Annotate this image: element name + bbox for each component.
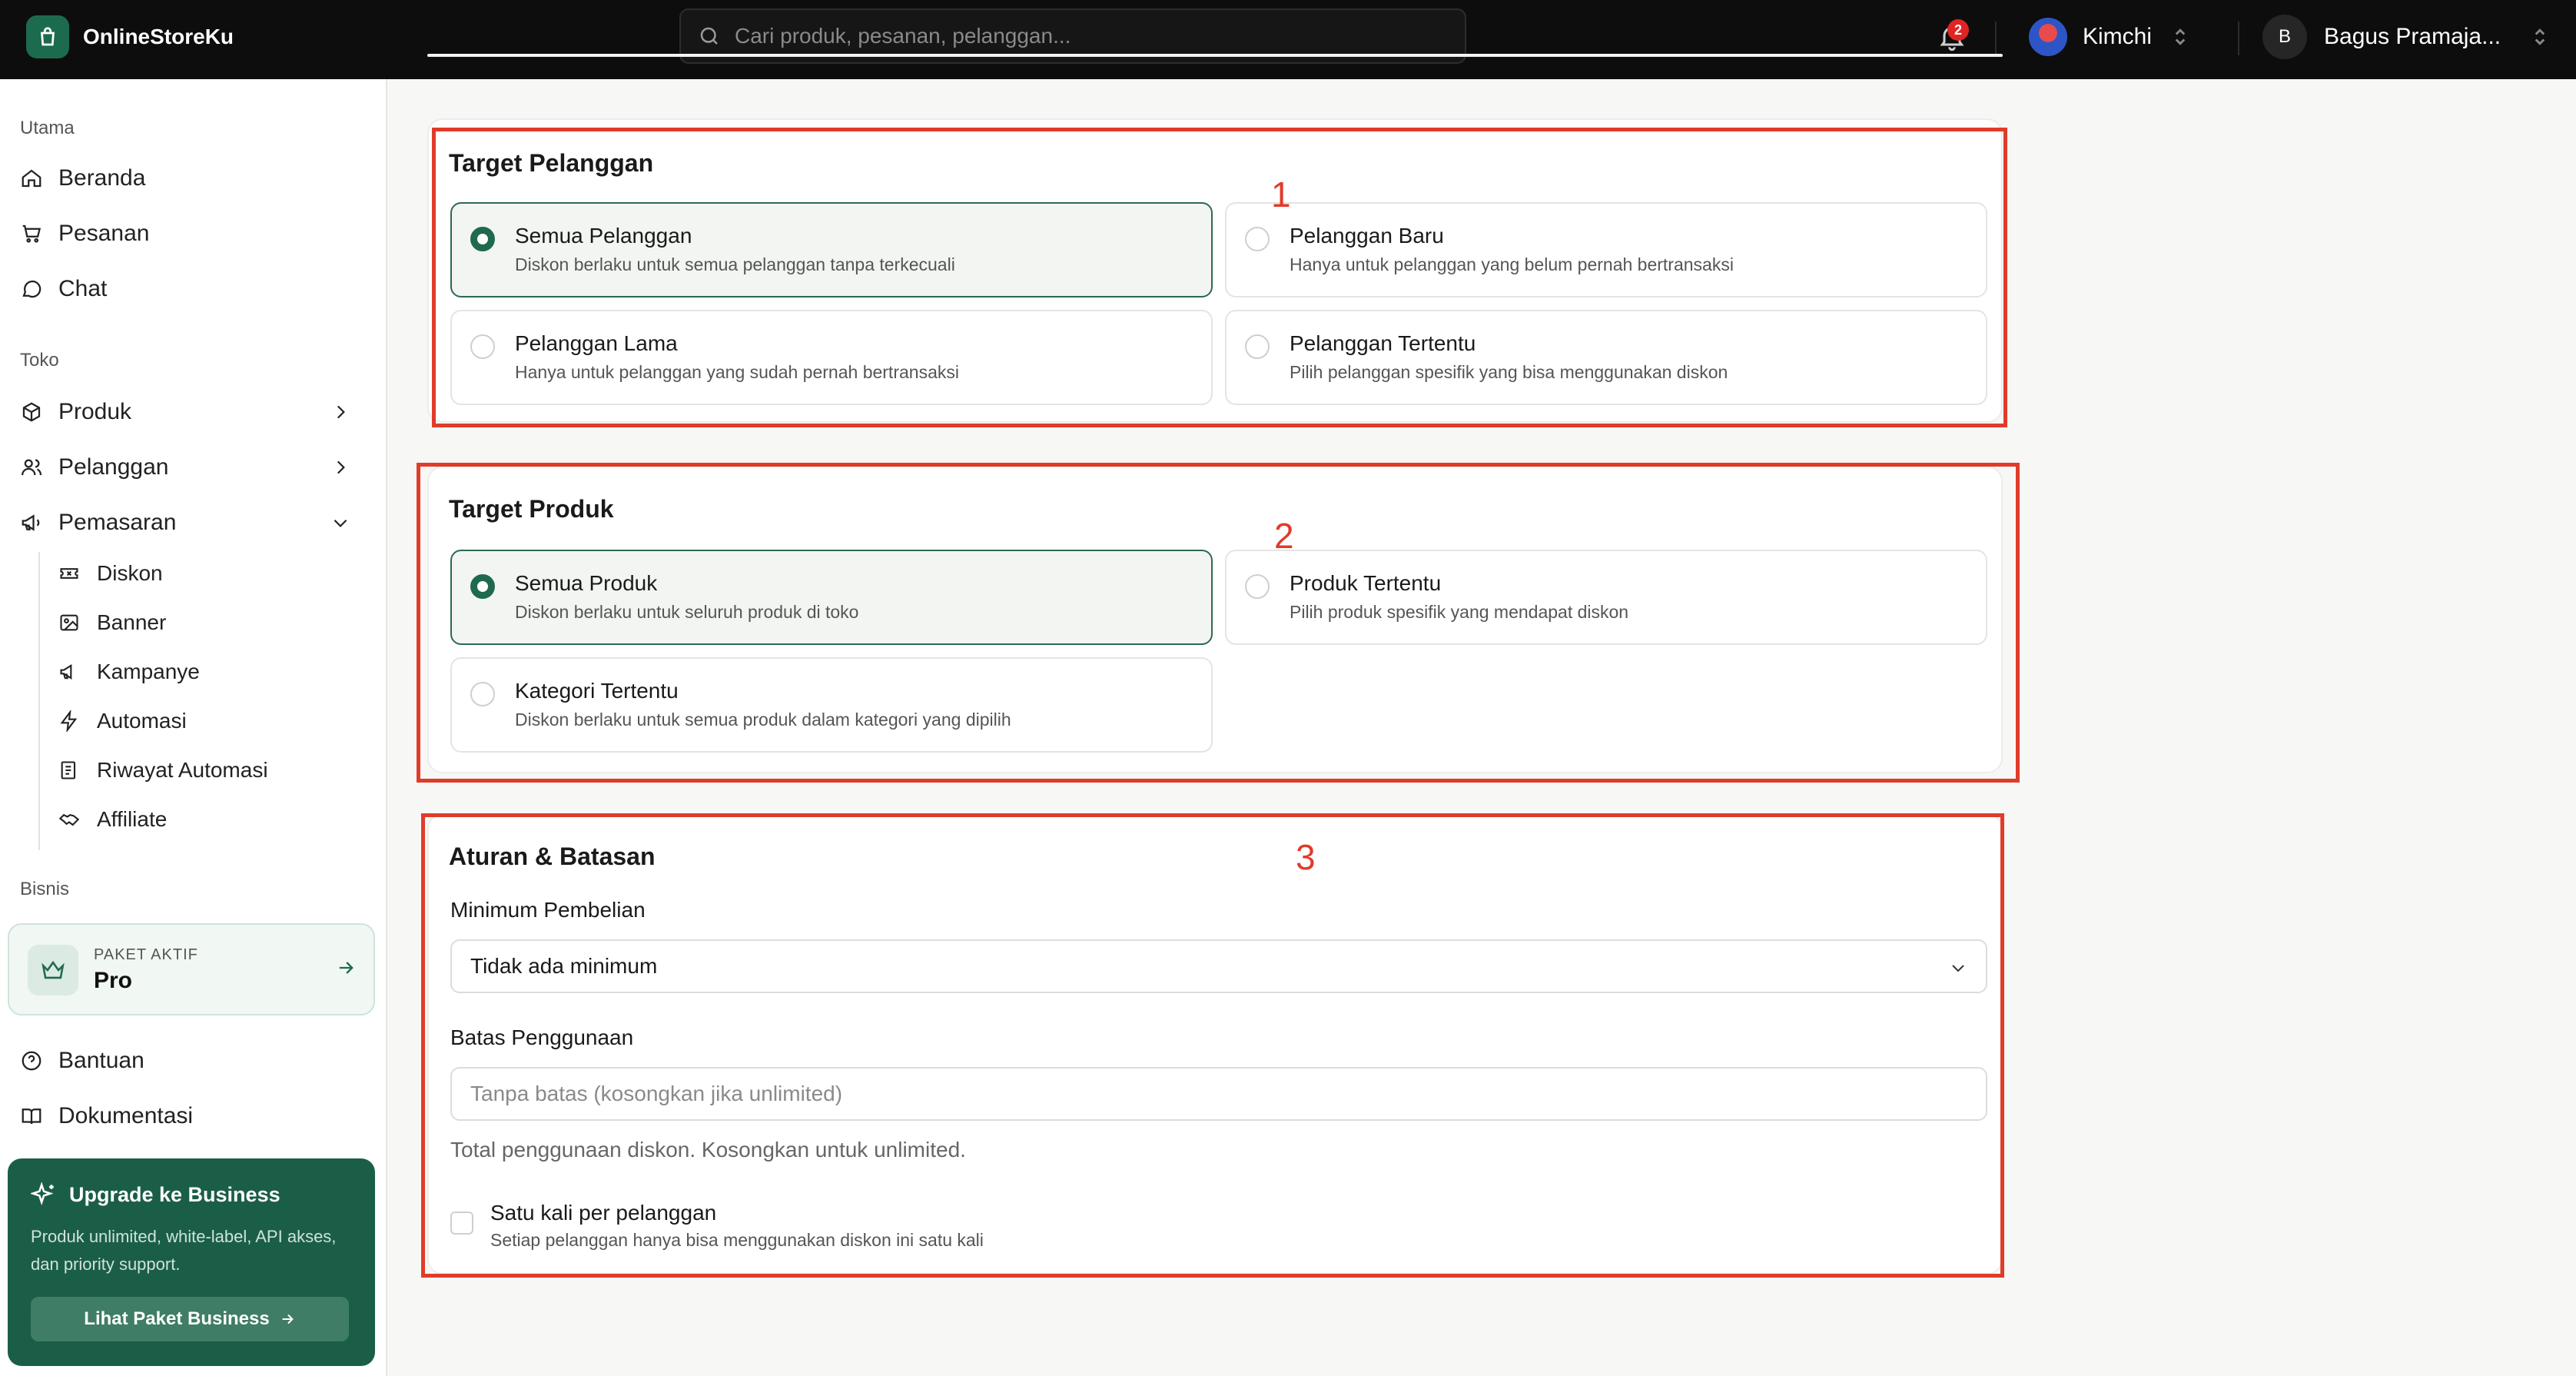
sidebar-item-label: Produk [58, 399, 132, 424]
sidebar-subitem-kampanye[interactable]: Kampanye [58, 654, 200, 690]
plan-name: Pro [94, 968, 133, 993]
ticket-icon [60, 568, 78, 579]
header-divider [1995, 22, 1997, 55]
sidebar-subitem-riwayat-automasi[interactable]: Riwayat Automasi [58, 753, 268, 788]
search-input[interactable] [735, 24, 1426, 48]
annotation-number-1: 1 [1271, 174, 1291, 214]
sidebar-item-dokumentasi[interactable]: Dokumentasi [20, 1097, 366, 1135]
sidebar-item-produk[interactable]: Produk [20, 393, 366, 431]
plan-caption: PAKET AKTIF [94, 946, 198, 963]
chat-bubble-icon [22, 280, 41, 298]
sidebar-subitem-label: Banner [97, 610, 167, 634]
submenu-line [38, 552, 40, 850]
home-icon [22, 169, 41, 188]
sidebar-subitem-label: Kampanye [97, 660, 200, 683]
arrow-right-icon [282, 1314, 294, 1324]
sidebar-item-label: Pesanan [58, 221, 150, 246]
sidebar-subitem-banner[interactable]: Banner [58, 605, 166, 640]
package-icon [22, 402, 41, 422]
view-business-plan-button[interactable]: Lihat Paket Business [31, 1297, 349, 1341]
section-label-main: Utama [20, 118, 75, 138]
annotation-number-2: 2 [1274, 516, 1294, 556]
arrow-right-icon [339, 962, 354, 974]
chevron-down-icon [334, 519, 347, 527]
store-logo [2029, 18, 2067, 56]
upgrade-description: Produk unlimited, white-label, API akses… [31, 1227, 337, 1274]
help-circle-icon [22, 1051, 41, 1071]
upgrade-title: Upgrade ke Business [69, 1183, 281, 1206]
users-icon [22, 459, 42, 476]
history-log-icon [61, 761, 76, 779]
sidebar-subitem-label: Riwayat Automasi [97, 758, 268, 782]
lightning-icon [60, 710, 78, 732]
sidebar-subitem-label: Diskon [97, 561, 163, 585]
upgrade-card: Upgrade ke Business Produk unlimited, wh… [8, 1158, 375, 1366]
store-bag-icon [26, 15, 69, 58]
sidebar: Utama Beranda Pesanan Chat Toko Produk P… [0, 79, 387, 1376]
active-plan-card[interactable]: PAKET AKTIF Pro [8, 923, 375, 1015]
chevron-right-icon [337, 460, 345, 474]
search-icon [700, 27, 718, 45]
chevron-updown-icon [2535, 28, 2545, 45]
book-icon [22, 1108, 41, 1125]
notification-badge: 2 [1947, 19, 1969, 41]
cart-icon [22, 224, 41, 243]
megaphone-icon [60, 663, 72, 680]
user-name: Bagus Pramaja... [2324, 24, 2501, 49]
sidebar-item-pesanan[interactable]: Pesanan [20, 214, 366, 253]
chevron-updown-icon [2175, 28, 2186, 45]
upgrade-button-label: Lihat Paket Business [84, 1308, 270, 1329]
annotation-box-1 [432, 128, 2007, 427]
sidebar-item-label: Beranda [58, 165, 146, 191]
sidebar-subitem-affiliate[interactable]: Affiliate [58, 802, 167, 837]
brand[interactable]: OnlineStoreKu [26, 15, 234, 58]
sidebar-item-label: Chat [58, 276, 108, 301]
annotation-number-3: 3 [1296, 837, 1316, 877]
sidebar-item-label: Pemasaran [58, 510, 177, 535]
header-divider [2238, 22, 2239, 55]
sidebar-item-label: Bantuan [58, 1048, 144, 1073]
sidebar-subitem-diskon[interactable]: Diskon [58, 556, 163, 591]
annotation-box-3 [421, 813, 2004, 1278]
sidebar-item-bantuan[interactable]: Bantuan [20, 1042, 366, 1080]
user-menu[interactable]: B Bagus Pramaja... [2262, 14, 2548, 60]
sidebar-subitem-label: Automasi [97, 709, 187, 733]
sidebar-item-label: Dokumentasi [58, 1103, 194, 1128]
annotation-box-2 [417, 463, 2020, 783]
section-label-store: Toko [20, 350, 59, 371]
sidebar-item-pemasaran[interactable]: Pemasaran [20, 504, 366, 542]
sidebar-subitem-label: Affiliate [97, 807, 168, 831]
image-icon [60, 614, 78, 631]
section-label-business: Bisnis [20, 879, 70, 899]
chevron-right-icon [337, 405, 345, 419]
sidebar-subitem-automasi[interactable]: Automasi [58, 703, 187, 739]
sparkles-icon [31, 1182, 54, 1205]
sidebar-item-pelanggan[interactable]: Pelanggan [20, 448, 366, 487]
avatar: B [2262, 15, 2307, 59]
megaphone-icon [22, 514, 40, 531]
previous-card-edge [427, 54, 2003, 57]
top-bar: OnlineStoreKu 2 Kimchi B Bagus Pramaja..… [0, 0, 2576, 79]
sidebar-item-beranda[interactable]: Beranda [20, 159, 366, 198]
sidebar-item-label: Pelanggan [58, 454, 169, 480]
handshake-icon [58, 813, 80, 826]
sidebar-item-chat[interactable]: Chat [20, 270, 366, 308]
store-name: Kimchi [2083, 24, 2153, 49]
brand-name: OnlineStoreKu [83, 25, 234, 48]
store-switcher[interactable]: Kimchi [2029, 15, 2189, 58]
crown-icon [28, 945, 78, 995]
